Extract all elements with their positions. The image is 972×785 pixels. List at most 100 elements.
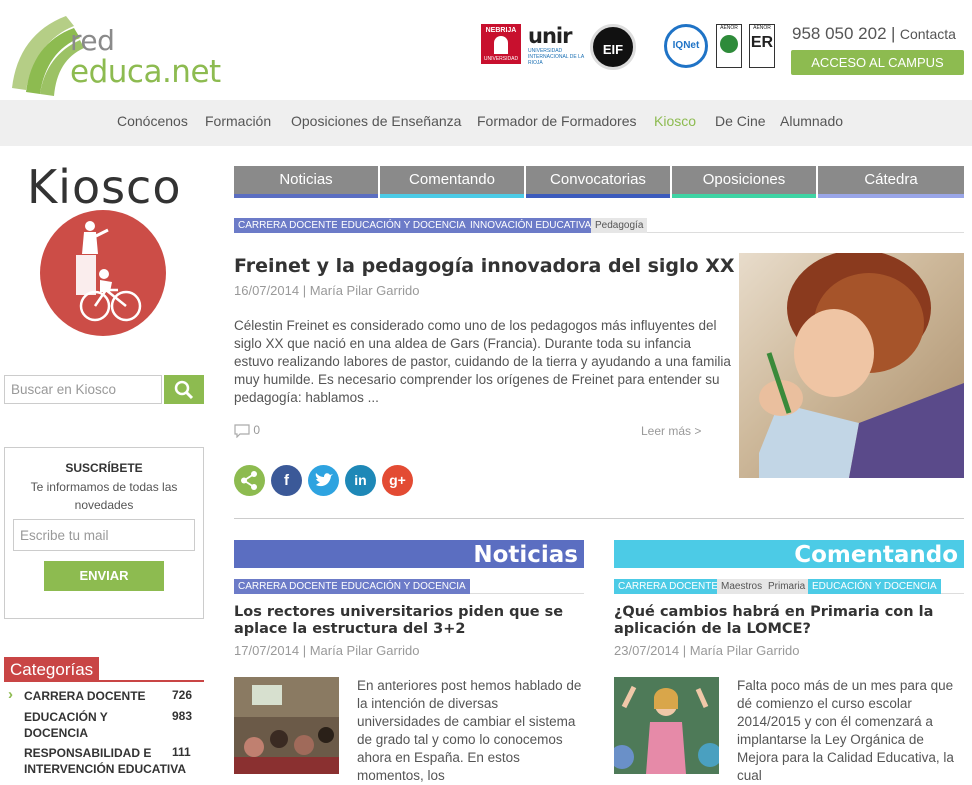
nav-item-formacion[interactable]: Formación (205, 113, 271, 129)
child-writing-image (759, 253, 964, 478)
comentando-meta: 23/07/2014 | María Pilar Garrido (614, 643, 800, 658)
comentando-thumbnail[interactable] (614, 677, 719, 774)
featured-title[interactable]: Freinet y la pedagogía innovadora del si… (234, 255, 735, 277)
comentando-excerpt: Falta poco más de un mes para que dé com… (737, 678, 954, 783)
main-nav: Conócenos Formación Oposiciones de Enseñ… (0, 100, 972, 146)
subscribe-box: SUSCRÍBETE Te informamos de todas las no… (4, 447, 204, 619)
nav-item-oposiciones[interactable]: Oposiciones de Enseñanza (291, 113, 461, 129)
noticias-thumbnail[interactable] (234, 677, 339, 774)
contact-separator: | (891, 24, 896, 43)
cyclist-icon (76, 221, 142, 322)
nebrija-emblem-icon (494, 36, 508, 54)
facebook-icon: f (284, 472, 289, 489)
lecture-hall-image (234, 677, 339, 774)
nav-item-alumnado[interactable]: Alumnado (780, 113, 843, 129)
email-field[interactable]: Escribe tu mail (13, 519, 195, 551)
featured-author[interactable]: María Pilar Garrido (310, 283, 420, 298)
eif-logo[interactable]: EIF (590, 24, 636, 70)
tag-educacion-docencia[interactable]: EDUCACIÓN Y DOCENCIA (808, 579, 941, 594)
read-more-link[interactable]: Leer más > (641, 424, 701, 438)
googleplus-button[interactable]: g+ (382, 465, 413, 496)
iqnet-logo[interactable]: IQNet (664, 24, 708, 68)
category-count: 111 (172, 745, 191, 759)
tab-underline (526, 194, 670, 198)
noticias-date: 17/07/2014 (234, 643, 300, 658)
comentando-article-title[interactable]: ¿Qué cambios habrá en Primaria con la ap… (614, 604, 964, 638)
noticias-header[interactable]: Noticias (234, 540, 584, 568)
tab-underline (818, 194, 964, 198)
section-divider (234, 518, 964, 519)
comments-count[interactable]: 0 (234, 423, 260, 439)
comentando-author[interactable]: María Pilar Garrido (690, 643, 800, 658)
facebook-button[interactable]: f (271, 465, 302, 496)
tag-pedagogia[interactable]: Pedagogía (591, 218, 648, 233)
tab-catedra[interactable]: Cátedra (818, 166, 964, 198)
tag-carrera-docente[interactable]: CARRERA DOCENTE (614, 579, 723, 594)
category-count: 726 (172, 688, 193, 702)
noticias-excerpt: En anteriores post hemos hablado de la i… (357, 678, 582, 783)
search-input[interactable]: Buscar en Kiosco (4, 375, 162, 404)
logo-text-educa: educa.net (70, 54, 221, 90)
categories-title: Categorías (4, 657, 100, 682)
comentando-date: 23/07/2014 (614, 643, 680, 658)
featured-date: 16/07/2014 (234, 283, 300, 298)
nav-item-conocenos[interactable]: Conócenos (117, 113, 188, 129)
category-educacion-docencia[interactable]: EDUCACIÓN Y DOCENCIA (24, 709, 134, 741)
tag-carrera-docente[interactable]: CARRERA DOCENTE (234, 579, 343, 594)
googleplus-icon: g+ (389, 472, 406, 488)
featured-excerpt: Célestin Freinet es considerado como uno… (234, 318, 731, 405)
noticias-author[interactable]: María Pilar Garrido (310, 643, 420, 658)
subscribe-button[interactable]: ENVIAR (44, 561, 164, 591)
noticias-article-title[interactable]: Los rectores universitarios piden que se… (234, 604, 584, 638)
share-icon (241, 471, 257, 490)
tag-carrera-docente[interactable]: CARRERA DOCENTE (234, 218, 343, 233)
tag-maestros[interactable]: Maestros (717, 579, 767, 594)
category-count: 983 (172, 709, 193, 723)
category-carrera-docente[interactable]: CARRERA DOCENTE (24, 688, 164, 704)
tag-innovacion-educativa[interactable]: INNOVACIÓN EDUCATIVA (466, 218, 596, 233)
twitter-icon (315, 473, 333, 487)
share-button[interactable] (234, 465, 265, 496)
tag-educacion-docencia[interactable]: EDUCACIÓN Y DOCENCIA (337, 579, 470, 594)
contact-link[interactable]: Contacta (900, 26, 956, 42)
tab-oposiciones[interactable]: Oposiciones (672, 166, 816, 198)
tab-underline (380, 194, 524, 198)
categories-header: Categorías (4, 657, 204, 682)
tab-noticias[interactable]: Noticias (234, 166, 378, 198)
tab-convocatorias[interactable]: Convocatorias (526, 166, 670, 198)
kiosco-emblem (40, 210, 166, 336)
subscribe-text: Te informamos de todas las novedades (30, 480, 178, 512)
unir-logo[interactable]: unir UNIVERSIDAD INTERNACIONAL DE LA RIO… (528, 24, 584, 66)
nav-item-de-cine[interactable]: De Cine (715, 113, 766, 129)
nav-item-formador[interactable]: Formador de Formadores (477, 113, 637, 129)
nebrija-logo[interactable]: NEBRIJA UNIVERSIDAD (481, 24, 521, 64)
teacher-classroom-image (614, 677, 719, 774)
logo-text-red: red (70, 24, 115, 57)
comentando-header[interactable]: Comentando (614, 540, 964, 568)
search-button[interactable] (164, 375, 204, 404)
nav-item-kiosco[interactable]: Kiosco (654, 113, 696, 129)
noticias-meta: 17/07/2014 | María Pilar Garrido (234, 643, 420, 658)
tag-educacion-docencia[interactable]: EDUCACIÓN Y DOCENCIA (337, 218, 470, 233)
search-icon (174, 380, 194, 400)
aenor-leaf-icon (720, 35, 738, 53)
tab-underline (672, 194, 816, 198)
campus-access-button[interactable]: ACCESO AL CAMPUS (791, 50, 964, 75)
tab-comentando[interactable]: Comentando (380, 166, 524, 198)
aenor-logo-2[interactable]: AENOR ER (749, 24, 775, 68)
phone-number[interactable]: 958 050 202 (792, 24, 887, 43)
comment-icon (234, 424, 250, 439)
site-logo[interactable]: red educa.net (4, 8, 221, 96)
featured-image[interactable] (739, 253, 964, 478)
featured-meta: 16/07/2014 | María Pilar Garrido (234, 283, 420, 298)
tag-primaria[interactable]: Primaria (764, 579, 810, 594)
aenor-logo-1[interactable]: AENOR (716, 24, 742, 68)
linkedin-icon: in (354, 472, 367, 488)
twitter-button[interactable] (308, 465, 339, 496)
tab-underline (234, 194, 378, 198)
kiosco-title: Kiosco (27, 160, 182, 214)
linkedin-button[interactable]: in (345, 465, 376, 496)
site-header: red educa.net NEBRIJA UNIVERSIDAD unir U… (0, 0, 972, 100)
category-arrow-icon: › (8, 686, 13, 703)
subscribe-title: SUSCRÍBETE (65, 461, 143, 475)
